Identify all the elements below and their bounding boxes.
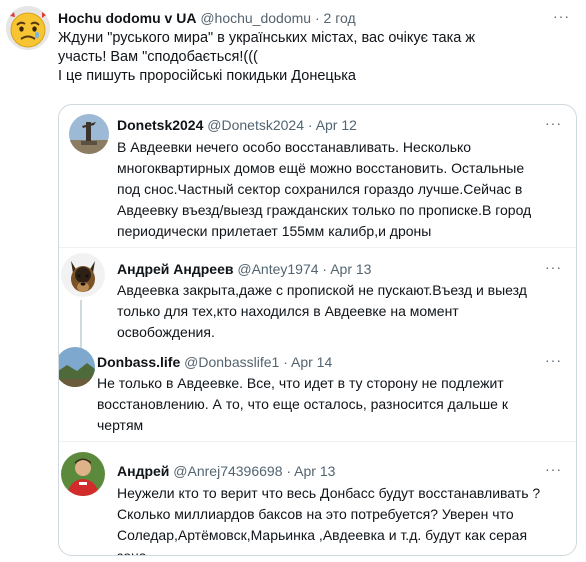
reply-time[interactable]: Apr 12 xyxy=(316,117,357,133)
more-options-icon[interactable]: ··· xyxy=(545,461,562,477)
reply-text-line: Неужели кто то верит что весь Донбасс бу… xyxy=(117,485,541,501)
reply-text-line: только для тех,кто находился в Авдеевке … xyxy=(117,303,459,319)
reply-avatar[interactable] xyxy=(69,114,109,154)
reply-text: Авдеевка закрыта,даже с пропиской не пус… xyxy=(117,280,527,343)
reply-text-line: В Авдеевки нечего особо восстанавливать.… xyxy=(117,139,472,155)
reply-header: Donetsk2024 @Donetsk2024 · Apr 12 xyxy=(117,116,357,134)
header-separator: · xyxy=(322,261,328,277)
quoted-tweet-card[interactable]: Donetsk2024 @Donetsk2024 · Apr 12 ··· В … xyxy=(58,104,577,556)
reply-time[interactable]: Apr 13 xyxy=(330,261,371,277)
reply-author-name[interactable]: Donetsk2024 xyxy=(117,117,203,133)
reply-text-line: периодически прилетает 155мм калибр,и др… xyxy=(117,223,432,239)
header-separator: · xyxy=(283,354,288,370)
quoted-reply[interactable]: Donbass.life @Donbasslife1 · Apr 14 ··· … xyxy=(59,341,576,439)
author-handle[interactable]: @hochu_dodomu xyxy=(200,10,311,26)
quoted-reply[interactable]: Андрей Андреев @Antey1974 · Apr 13 ··· А… xyxy=(59,248,576,370)
reply-avatar[interactable] xyxy=(59,347,95,387)
header-separator: · xyxy=(307,117,313,133)
more-options-icon[interactable]: ··· xyxy=(545,352,562,368)
reply-author-handle[interactable]: @Antey1974 xyxy=(237,261,318,277)
more-options-icon[interactable]: ··· xyxy=(553,8,570,24)
reply-text-line: зона xyxy=(117,548,147,556)
reply-author-name[interactable]: Андрей xyxy=(117,463,169,479)
reply-text-line: восстановлению. А то, что еще осталось, … xyxy=(97,396,508,412)
landscape-photo-icon xyxy=(59,347,95,387)
person-photo-icon xyxy=(61,452,105,496)
reply-header: Андрей @Anrej74396698 · Apr 13 xyxy=(117,462,335,480)
monument-photo-icon xyxy=(69,114,109,154)
reply-header: Donbass.life @Donbasslife1 · Apr 14 xyxy=(97,353,332,371)
more-options-icon[interactable]: ··· xyxy=(545,259,562,275)
main-tweet: Hochu dodomu v UA @hochu_dodomu · 2 год … xyxy=(0,0,586,562)
quoted-reply[interactable]: Андрей @Anrej74396698 · Apr 13 ··· Неуже… xyxy=(59,442,576,556)
reply-time[interactable]: Apr 14 xyxy=(291,354,332,370)
dog-photo-icon xyxy=(61,253,105,297)
reply-avatar[interactable] xyxy=(61,253,105,297)
tweet-text-line: участь! Вам "сподобається!((( xyxy=(58,49,258,65)
main-avatar[interactable] xyxy=(6,6,50,50)
reply-text-line: Авдеевку въезд/выезд гражданских только … xyxy=(117,202,532,218)
quoted-reply[interactable]: Donetsk2024 @Donetsk2024 · Apr 12 ··· В … xyxy=(59,105,576,247)
reply-header: Андрей Андреев @Antey1974 · Apr 13 xyxy=(117,260,371,278)
reply-text-line: Соледар,Артёмовск,Марьинка ,Авдеевка и т… xyxy=(117,527,528,543)
reply-time[interactable]: Apr 13 xyxy=(294,463,335,479)
reply-text-line: под снос.Частный сектор сохранился гораз… xyxy=(117,181,523,197)
reply-author-handle[interactable]: @Donetsk2024 xyxy=(207,117,304,133)
main-tweet-header: Hochu dodomu v UA @hochu_dodomu · 2 год xyxy=(58,9,356,27)
reply-text: Неужели кто то верит что весь Донбасс бу… xyxy=(117,483,541,556)
tweet-text-line: Ждуни "руського мира" в українських міст… xyxy=(58,30,476,46)
more-options-icon[interactable]: ··· xyxy=(545,115,562,131)
reply-author-handle[interactable]: @Donbasslife1 xyxy=(184,354,279,370)
reply-text-line: многоквартирных домов ещё можно восстано… xyxy=(117,160,525,176)
reply-text: В Авдеевки нечего особо восстанавливать.… xyxy=(117,137,531,242)
reply-text-line: освобождения. xyxy=(117,324,215,340)
author-name[interactable]: Hochu dodomu v UA xyxy=(58,10,196,26)
reply-avatar[interactable] xyxy=(61,452,105,496)
header-separator: · xyxy=(314,10,320,26)
reply-text-line: Авдеевка закрыта,даже с пропиской не пус… xyxy=(117,282,527,298)
reply-text: Не только в Авдеевке. Все, что идет в ту… xyxy=(97,373,508,436)
emoji-face-icon xyxy=(6,6,50,50)
reply-text-line: Не только в Авдеевке. Все, что идет в ту… xyxy=(97,375,504,391)
header-separator: · xyxy=(286,463,292,479)
reply-text-line: чертям xyxy=(97,417,144,433)
reply-author-name[interactable]: Андрей Андреев xyxy=(117,261,233,277)
reply-author-handle[interactable]: @Anrej74396698 xyxy=(173,463,282,479)
tweet-text-line: І це пишуть проросійські покидьки Донець… xyxy=(58,68,356,84)
reply-author-name[interactable]: Donbass.life xyxy=(97,354,180,370)
reply-text-line: Сколько миллиардов баксов на это потребу… xyxy=(117,506,514,522)
tweet-time[interactable]: 2 год xyxy=(324,10,356,26)
tweet-text: Ждуни "руського мира" в українських міст… xyxy=(58,29,573,86)
